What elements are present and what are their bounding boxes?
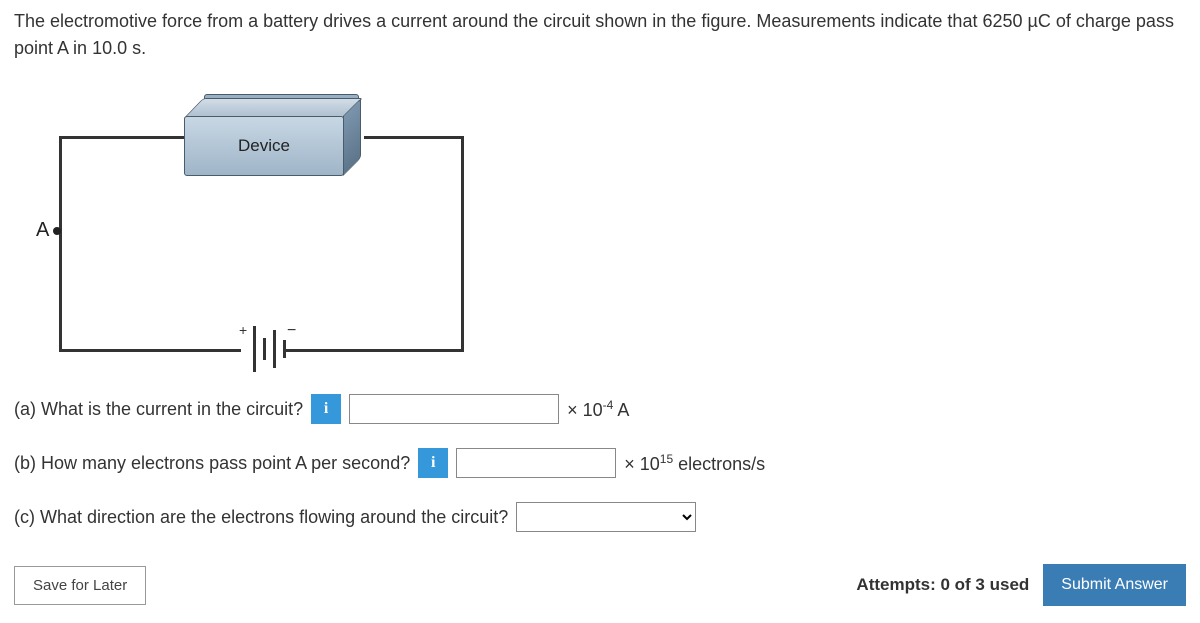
device-box: Device [184,94,364,174]
wire [364,136,464,139]
part-a-row: (a) What is the current in the circuit? … [14,394,1186,424]
battery-plus: + [239,322,247,338]
part-c-select[interactable] [516,502,696,532]
device-label: Device [184,116,344,176]
point-a-label: A [36,219,61,242]
battery-minus: − [287,322,296,340]
wire [461,136,464,351]
part-b-prompt: (b) How many electrons pass point A per … [14,453,410,474]
part-b-input[interactable] [456,448,616,478]
wire [59,349,241,352]
footer: Save for Later Attempts: 0 of 3 used Sub… [14,564,1186,606]
info-icon[interactable]: i [418,448,448,478]
wire [284,349,464,352]
part-a-input[interactable] [349,394,559,424]
part-b-unit: × 1015 electrons/s [624,452,765,475]
point-a-dot [53,227,61,235]
part-b-row: (b) How many electrons pass point A per … [14,448,1186,478]
circuit-figure: Device A + − [34,84,1186,364]
submit-answer-button[interactable]: Submit Answer [1043,564,1186,606]
part-c-row: (c) What direction are the electrons flo… [14,502,1186,532]
part-c-prompt: (c) What direction are the electrons flo… [14,507,508,528]
save-for-later-button[interactable]: Save for Later [14,566,146,605]
info-icon[interactable]: i [311,394,341,424]
part-a-prompt: (a) What is the current in the circuit? [14,399,303,420]
part-a-unit: × 10-4 A [567,398,629,421]
wire [59,136,187,139]
problem-statement: The electromotive force from a battery d… [14,8,1186,62]
attempts-label: Attempts: 0 of 3 used [856,575,1029,595]
battery-symbol: + − [241,322,284,376]
wire [59,136,62,351]
